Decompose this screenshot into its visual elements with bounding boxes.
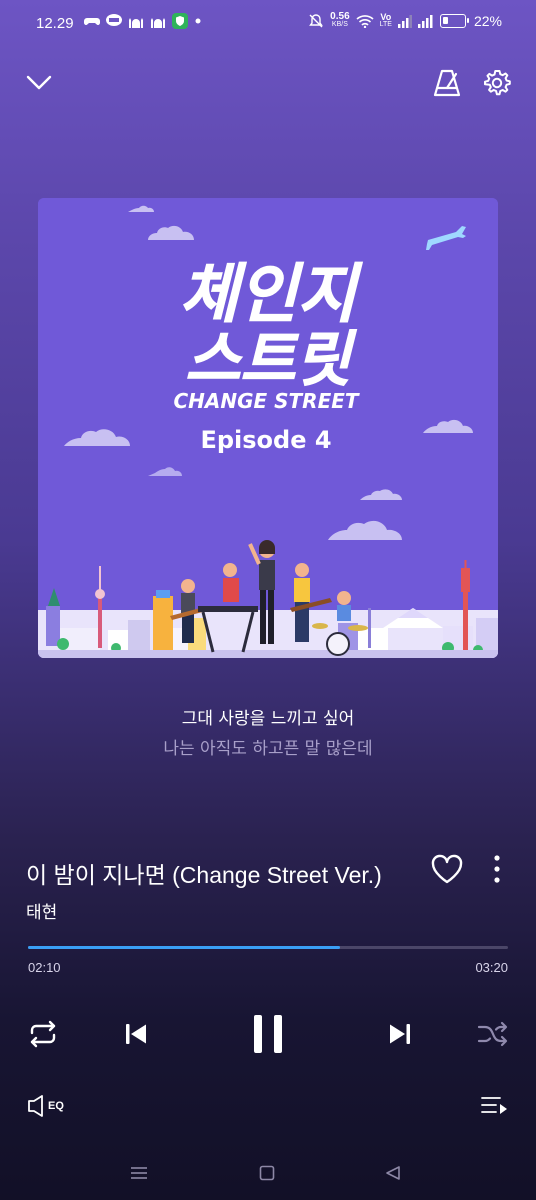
- player-top-bar: [0, 62, 536, 104]
- equalizer-button[interactable]: EQ: [22, 1092, 68, 1120]
- signal-icon: [397, 15, 412, 28]
- shield-icon: [172, 13, 188, 29]
- chevron-down-icon: [26, 75, 52, 90]
- progress-bar[interactable]: [28, 946, 508, 949]
- lyric-next-line[interactable]: 나는 아직도 하고픈 말 많은데: [0, 734, 536, 759]
- triangle-back-icon: [386, 1166, 400, 1180]
- previous-button[interactable]: [118, 1016, 154, 1052]
- signal-icon-2: [417, 15, 433, 28]
- battery-percent: 22%: [473, 13, 502, 29]
- lyric-current-line[interactable]: 그대 사랑을 느끼고 싶어: [0, 704, 536, 729]
- shuffle-button[interactable]: [474, 1016, 512, 1052]
- heart-icon: [431, 854, 463, 884]
- wifi-icon: [356, 15, 374, 28]
- elapsed-time: 02:10: [28, 960, 61, 975]
- repeat-icon: [30, 1020, 56, 1048]
- pause-button[interactable]: [244, 1010, 292, 1058]
- square-icon: [259, 1165, 275, 1181]
- battery-icon: [439, 14, 469, 28]
- album-title-korean-2: 스트릿: [185, 325, 357, 395]
- eq-label: EQ: [48, 1100, 64, 1112]
- menu-icon: [131, 1167, 147, 1179]
- settings-button[interactable]: [480, 66, 514, 100]
- playback-controls: [0, 1008, 536, 1060]
- mosque-icon: [129, 18, 143, 28]
- collapse-button[interactable]: [22, 66, 56, 100]
- recent-apps-button[interactable]: [124, 1160, 154, 1186]
- notification-icons: [84, 13, 202, 29]
- mosque-icon-2: [151, 18, 165, 28]
- pause-icon: [254, 1015, 282, 1053]
- queue-button[interactable]: [476, 1092, 512, 1120]
- album-illustration: 체인지 스트릿 CHANGE STREET Episode 4: [38, 198, 498, 658]
- album-title-english: CHANGE STREET: [173, 389, 359, 413]
- metronome-icon: [433, 69, 461, 97]
- queue-icon: [481, 1097, 507, 1114]
- total-time: 03:20: [475, 960, 508, 975]
- shuffle-icon: [477, 1021, 508, 1047]
- metronome-button[interactable]: [430, 66, 464, 100]
- line-app-icon: [106, 14, 122, 26]
- next-button[interactable]: [382, 1016, 418, 1052]
- home-button[interactable]: [252, 1160, 282, 1186]
- like-button[interactable]: [428, 850, 466, 888]
- more-options-button[interactable]: [484, 850, 510, 888]
- dot-icon: [195, 18, 201, 24]
- volte-indicator: Vo LTE: [379, 12, 392, 29]
- album-art: 체인지 스트릿 CHANGE STREET Episode 4: [38, 198, 498, 658]
- speaker-icon: [28, 1095, 43, 1117]
- net-speed: 0.56 KB/S: [330, 11, 350, 29]
- repeat-button[interactable]: [24, 1016, 62, 1052]
- status-right-icons: 0.56 KB/S Vo LTE 22%: [308, 11, 502, 29]
- song-title: 이 밤이 지나면 (Change Street Ver.): [26, 862, 382, 888]
- status-bar: 12.29 0.56 KB/S Vo LTE 22%: [0, 0, 536, 48]
- artist-name[interactable]: 태현: [26, 898, 57, 923]
- mute-icon: [309, 14, 324, 28]
- gamepad-icon: [84, 18, 100, 25]
- back-button[interactable]: [378, 1160, 408, 1186]
- progress-fill: [28, 946, 340, 949]
- album-episode: Episode 4: [200, 426, 331, 454]
- more-vertical-icon: [494, 855, 500, 883]
- skip-previous-icon: [126, 1024, 146, 1044]
- gear-icon: [484, 70, 511, 96]
- album-title-korean-1: 체인지: [180, 258, 364, 332]
- skip-next-icon: [390, 1024, 410, 1044]
- player-bottom-row: EQ: [0, 1092, 536, 1122]
- system-nav-bar: [0, 1150, 536, 1194]
- status-time: 12.29: [36, 15, 74, 32]
